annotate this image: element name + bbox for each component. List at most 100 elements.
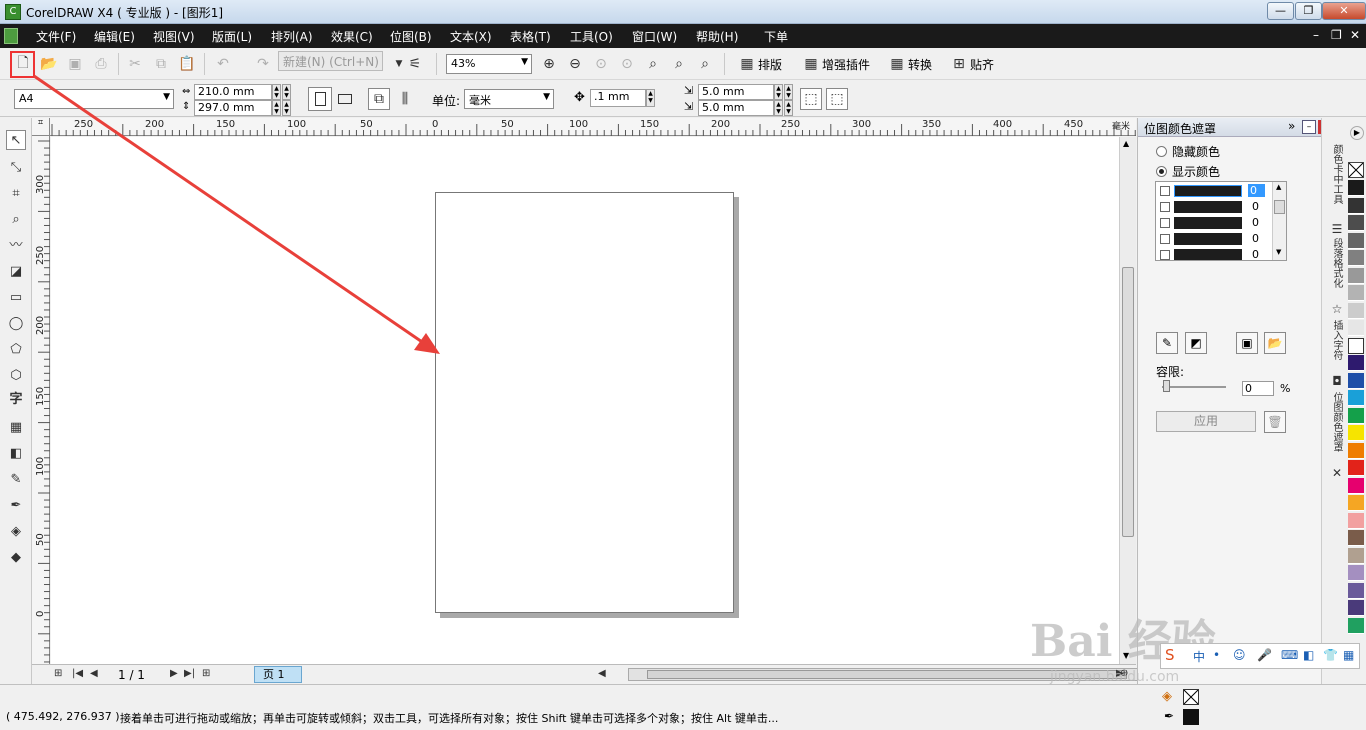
status-hint: 接着单击可进行拖动或缩放；再单击可旋转或倾斜；双击工具，可选择所有对象；按住 S…	[120, 712, 779, 725]
last-page-icon[interactable]: ▶|	[184, 668, 195, 679]
no-color-swatch[interactable]	[1348, 162, 1364, 178]
trash-icon[interactable]: 🗑	[1264, 411, 1286, 433]
palette-swatch[interactable]	[1348, 477, 1364, 494]
color-mask-list[interactable]: 0 0 0 0 0 ▲ ▼	[1155, 181, 1287, 261]
navigator-icon[interactable]: ⊕	[1120, 668, 1128, 679]
row-checkbox[interactable]	[1160, 218, 1170, 228]
tab-color-tools[interactable]: 颜色卡中工具	[1326, 144, 1342, 204]
color-swatch	[1174, 185, 1242, 197]
scroll-left-icon[interactable]: ◀	[598, 668, 606, 679]
scroll-down-icon[interactable]: ▼	[1276, 248, 1281, 256]
open-mask-icon[interactable]: 📂	[1264, 332, 1286, 354]
apply-button[interactable]: 应用	[1156, 411, 1256, 432]
list-item[interactable]: 0	[1156, 199, 1272, 215]
row-checkbox[interactable]	[1160, 186, 1170, 196]
palette-swatch[interactable]	[1348, 442, 1364, 459]
palette-swatch[interactable]	[1348, 250, 1364, 266]
fill-none-swatch[interactable]	[1183, 689, 1199, 705]
palette-swatch[interactable]	[1348, 215, 1364, 231]
status-bar: ( 475.492, 276.937 ) 接着单击可进行拖动或缩放；再单击可旋转…	[0, 684, 1366, 730]
palette-swatch[interactable]	[1348, 232, 1364, 249]
ime-logo-icon[interactable]: S	[1165, 646, 1175, 664]
list-scrollbar[interactable]: ▲ ▼	[1272, 182, 1286, 260]
palette-swatch[interactable]	[1348, 267, 1364, 284]
prev-page-icon[interactable]: ◀	[90, 668, 98, 679]
ime-emoji-icon[interactable]: ☺	[1233, 648, 1246, 662]
next-page-icon[interactable]: ▶	[170, 668, 178, 679]
show-color-label: 显示颜色	[1172, 165, 1221, 179]
palette-swatch[interactable]	[1348, 565, 1364, 581]
ime-skin-icon[interactable]: ◧	[1303, 648, 1314, 662]
palette-swatch[interactable]	[1348, 197, 1364, 214]
fill-indicator-icon[interactable]: ◈	[1162, 689, 1172, 704]
palette-swatch[interactable]	[1348, 320, 1364, 336]
palette-swatch[interactable]	[1348, 407, 1364, 424]
color-selector-icon[interactable]: ✎	[1156, 332, 1178, 354]
docker-tabs: 颜色卡中工具 ☰ 段落格式化 ☆ 插入字符 ◘ 位图颜色遮罩 ✕	[1321, 118, 1345, 684]
list-item[interactable]: 0	[1156, 247, 1272, 260]
color-swatch	[1174, 217, 1242, 229]
ime-shirt-icon[interactable]: 👕	[1323, 648, 1338, 662]
palette-swatch[interactable]	[1348, 390, 1364, 406]
list-item[interactable]: 0	[1156, 183, 1272, 199]
save-mask-icon[interactable]: ▣	[1236, 332, 1258, 354]
row-checkbox[interactable]	[1160, 250, 1170, 260]
add-page-after-icon[interactable]: ⊞	[202, 668, 210, 679]
tolerance-slider[interactable]	[1162, 386, 1226, 388]
list-item[interactable]: 0	[1156, 215, 1272, 231]
list-scroll-thumb[interactable]	[1274, 200, 1285, 214]
scroll-up-icon[interactable]: ▲	[1276, 183, 1281, 191]
ime-mode-icon[interactable]: 中	[1193, 648, 1205, 665]
palette-swatch[interactable]	[1348, 355, 1364, 371]
page-tab[interactable]: 页 1	[254, 666, 302, 683]
tolerance-input[interactable]: 0	[1242, 381, 1274, 396]
palette-swatch[interactable]	[1348, 337, 1364, 354]
show-color-radio[interactable]	[1156, 166, 1167, 177]
palette-swatch[interactable]	[1348, 285, 1364, 301]
row-checkbox[interactable]	[1160, 234, 1170, 244]
add-page-before-icon[interactable]: ⊞	[54, 668, 62, 679]
ime-voice-icon[interactable]: 🎤	[1257, 648, 1272, 662]
close-icon[interactable]: ✕	[1326, 466, 1344, 480]
palette-swatch[interactable]	[1348, 512, 1364, 529]
tolerance-slider-handle[interactable]	[1163, 380, 1170, 392]
hide-color-radio[interactable]	[1156, 146, 1167, 157]
ime-tools-icon[interactable]: ▦	[1343, 648, 1354, 662]
palette-swatch[interactable]	[1348, 530, 1364, 546]
horizontal-scrollbar[interactable]	[628, 668, 1138, 681]
palette-swatch[interactable]	[1348, 460, 1364, 476]
tab-bitmap-color-mask[interactable]: 位图颜色遮罩	[1326, 392, 1342, 452]
edit-color-icon[interactable]: ◩	[1185, 332, 1207, 354]
palette-swatch[interactable]	[1348, 302, 1364, 319]
tolerance-cell: 0	[1252, 216, 1259, 229]
palette-swatch[interactable]	[1348, 180, 1364, 196]
ime-keyboard-icon[interactable]: ⌨	[1281, 648, 1298, 662]
palette-swatch[interactable]	[1348, 372, 1364, 389]
paragraph-icon: ☰	[1330, 222, 1344, 236]
tolerance-cell: 0	[1252, 232, 1259, 245]
list-item[interactable]: 0	[1156, 231, 1272, 247]
palette-swatch[interactable]	[1348, 582, 1364, 599]
palette-menu-icon[interactable]: ▶	[1350, 126, 1364, 140]
color-palette: ▶	[1346, 118, 1366, 684]
palette-swatch[interactable]	[1348, 617, 1364, 634]
star-icon: ☆	[1330, 302, 1344, 316]
tolerance-label: 容限:	[1156, 365, 1185, 379]
first-page-icon[interactable]: |◀	[72, 668, 83, 679]
horizontal-scroll-thumb[interactable]	[647, 670, 1127, 679]
palette-swatch[interactable]	[1348, 495, 1364, 511]
palette-swatch[interactable]	[1348, 600, 1364, 616]
palette-swatch[interactable]	[1348, 547, 1364, 564]
ime-punct-icon[interactable]: •	[1213, 648, 1220, 662]
ime-toolbar: S 中 • ☺ 🎤 ⌨ ◧ 👕 ▦	[1160, 643, 1360, 669]
tab-paragraph-format[interactable]: 段落格式化	[1326, 238, 1342, 288]
outline-pen-icon[interactable]: ✒	[1164, 709, 1174, 723]
minimize-docker-icon[interactable]: –	[1302, 120, 1316, 134]
tolerance-cell: 0	[1252, 248, 1259, 260]
expand-icon[interactable]: »	[1288, 119, 1295, 133]
outline-color-swatch[interactable]	[1183, 709, 1199, 725]
row-checkbox[interactable]	[1160, 202, 1170, 212]
palette-swatch[interactable]	[1348, 425, 1364, 441]
tolerance-cell: 0	[1248, 184, 1265, 197]
tab-insert-character[interactable]: 插入字符	[1326, 320, 1342, 360]
